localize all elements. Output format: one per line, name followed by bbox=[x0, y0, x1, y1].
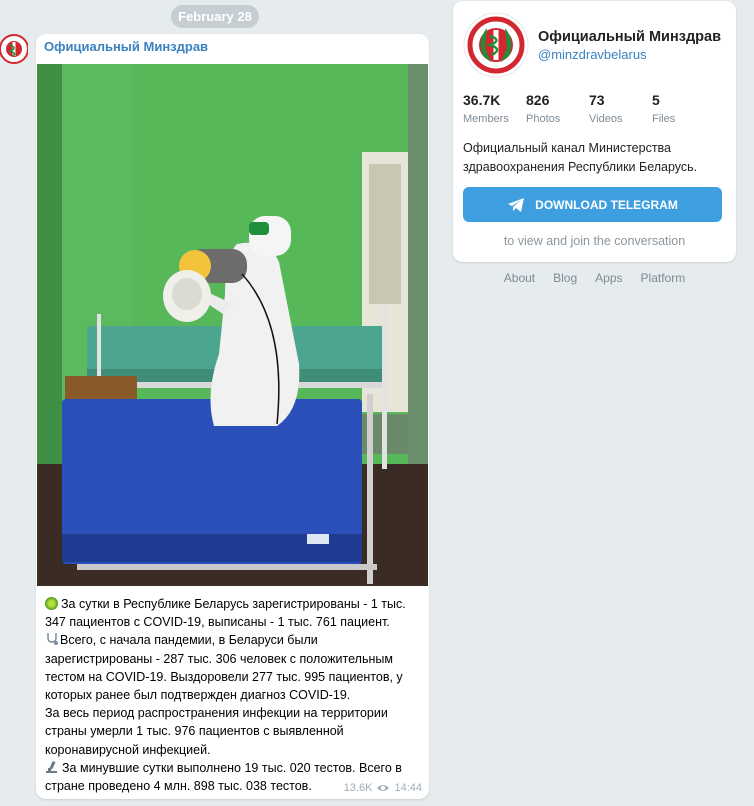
message-line: 347 пациентов с COVID-19, выписаны - 1 т… bbox=[45, 615, 390, 630]
message-meta: 13.6K 14:44 bbox=[344, 782, 422, 794]
message-photo[interactable] bbox=[37, 64, 428, 586]
stat-files: 5 Files bbox=[652, 92, 715, 125]
stat-members: 36.7K Members bbox=[463, 92, 526, 125]
footer-link-apps[interactable]: Apps bbox=[595, 271, 622, 285]
stat-label: Files bbox=[652, 113, 676, 125]
message-line: которых ранее был подтвержден диагноз CO… bbox=[45, 688, 351, 703]
date-separator: February 28 bbox=[171, 5, 259, 28]
view-count: 13.6K bbox=[343, 782, 373, 794]
message-line: За весь период распространения инфекции … bbox=[45, 706, 388, 721]
stat-label: Photos bbox=[526, 113, 561, 125]
message-bubble: Официальный Минздрав За сутки в Республи… bbox=[36, 34, 429, 799]
stat-value: 5 bbox=[652, 92, 660, 108]
message-author[interactable]: Официальный Минздрав bbox=[44, 39, 208, 54]
message-text: За сутки в Республике Беларусь зарегистр… bbox=[45, 595, 425, 795]
channel-handle[interactable]: @minzdravbelarus bbox=[538, 47, 647, 62]
message-line: коронавирусной инфекцией. bbox=[45, 742, 211, 757]
join-note: to view and join the conversation bbox=[503, 234, 686, 248]
stat-label: Members bbox=[463, 113, 509, 125]
stat-label: Videos bbox=[589, 113, 623, 125]
microscope-emoji-icon bbox=[46, 760, 57, 773]
stat-value: 36.7K bbox=[463, 92, 501, 108]
footer-link-about[interactable]: About bbox=[504, 271, 535, 285]
message-line: зарегистрированы - 287 тыс. 306 человек … bbox=[45, 651, 393, 666]
telegram-plane-icon bbox=[508, 197, 525, 212]
channel-card: Официальный Минздрав @minzdravbelarus 36… bbox=[453, 1, 736, 262]
channel-stats: 36.7K Members 826 Photos 73 Videos 5 Files bbox=[463, 92, 726, 125]
ministry-logo[interactable] bbox=[463, 12, 529, 78]
message-line: тестом на COVID-19. Выздоровели 277 тыс.… bbox=[45, 669, 403, 684]
channel-avatar[interactable] bbox=[0, 34, 28, 64]
stat-value: 826 bbox=[526, 92, 550, 108]
message-line: стране проведено 4 млн. 898 тыс. 038 тес… bbox=[45, 779, 312, 794]
footer-link-blog[interactable]: Blog bbox=[553, 271, 577, 285]
eye-icon bbox=[377, 785, 390, 791]
message-line: страны умерли 1 тыс. 976 пациентов с выя… bbox=[45, 724, 344, 739]
footer-link-platform[interactable]: Platform bbox=[641, 271, 686, 285]
stat-photos: 826 Photos bbox=[526, 92, 589, 125]
microbe-emoji-icon bbox=[45, 597, 58, 610]
channel-name: Официальный Минздрав bbox=[538, 29, 721, 45]
footer-links: About Blog Apps Platform bbox=[453, 271, 736, 285]
download-telegram-button[interactable]: DOWNLOAD TELEGRAM bbox=[463, 187, 722, 222]
message-line: Всего, с начала пандемии, в Беларуси был… bbox=[60, 633, 318, 648]
stat-value: 73 bbox=[589, 92, 605, 108]
message-line: За сутки в Республике Беларусь зарегистр… bbox=[61, 597, 406, 611]
channel-description: Официальный канал Министерства здравоохр… bbox=[463, 141, 698, 174]
download-telegram-label: DOWNLOAD TELEGRAM bbox=[535, 197, 678, 212]
message-line: За минувшие сутки выполнено 19 тыс. 020 … bbox=[62, 760, 402, 775]
stat-videos: 73 Videos bbox=[589, 92, 652, 125]
stethoscope-emoji-icon bbox=[47, 633, 58, 646]
message-time[interactable]: 14:44 bbox=[394, 782, 422, 794]
